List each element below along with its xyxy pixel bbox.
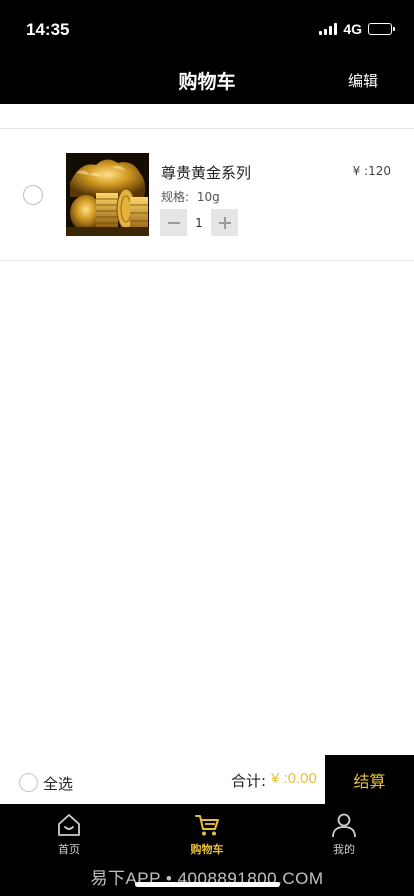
tab-profile[interactable]: 我的 (304, 812, 384, 857)
tab-label: 首页 (58, 843, 80, 856)
home-icon (58, 814, 80, 836)
cart-action-bar: 全选 合计: ¥ :0.00 结算 (0, 755, 414, 804)
checkout-button[interactable]: 结算 (325, 755, 414, 804)
top-bar: 14:35 4G 购物车 编辑 (0, 0, 414, 104)
cart-icon (195, 815, 219, 836)
tab-home[interactable]: 首页 (29, 812, 109, 857)
divider (0, 128, 414, 129)
select-all-label[interactable]: 全选 (43, 773, 73, 794)
product-spec: 规格: 10g (161, 188, 220, 205)
user-icon (332, 813, 356, 838)
status-time: 14:35 (26, 20, 70, 39)
quantity-value[interactable]: 1 (187, 216, 211, 230)
home-indicator[interactable] (135, 882, 280, 887)
increase-button[interactable] (211, 209, 238, 236)
minus-icon (167, 221, 180, 224)
product-image[interactable] (66, 153, 149, 236)
gold-coins-image (66, 153, 149, 236)
tab-label: 我的 (333, 843, 355, 856)
item-select-radio[interactable] (23, 185, 43, 205)
status-indicators: 4G (319, 21, 395, 37)
tab-label: 购物车 (190, 843, 224, 856)
product-price: ¥ :120 (352, 164, 391, 178)
product-name[interactable]: 尊贵黄金系列 (161, 162, 251, 183)
decrease-button[interactable] (160, 209, 187, 236)
plus-icon (218, 216, 231, 229)
select-all-radio[interactable] (19, 773, 38, 792)
battery-icon (368, 23, 395, 35)
tab-cart[interactable]: 购物车 (167, 812, 247, 857)
total-label: 合计: (231, 772, 267, 790)
signal-icon (319, 23, 338, 35)
spec-label: 规格: (161, 190, 190, 204)
edit-button[interactable]: 编辑 (348, 70, 378, 91)
spec-value: 10g (196, 190, 220, 204)
total-amount: ¥ :0.00 (271, 770, 317, 787)
divider (0, 260, 414, 261)
quantity-stepper: 1 (160, 209, 238, 236)
network-label: 4G (343, 21, 362, 37)
